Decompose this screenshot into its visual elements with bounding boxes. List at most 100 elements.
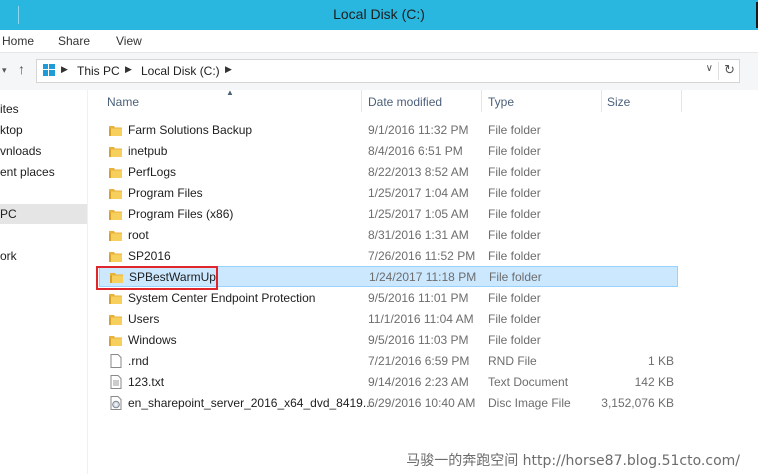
file-type: File folder (489, 270, 542, 284)
file-name: root (128, 228, 149, 242)
folder-icon (109, 165, 123, 179)
file-date-modified: 7/26/2016 11:52 PM (368, 249, 476, 263)
annotation-highlight-box (96, 266, 218, 290)
column-header-date[interactable]: Date modified (362, 90, 482, 112)
file-date-modified: 9/5/2016 11:01 PM (368, 291, 469, 305)
address-row: ▾ ↑ ▶ This PC ▶ Local Disk (C:) ▶ ∨ ↻ (0, 52, 758, 90)
file-name: PerfLogs (128, 165, 177, 179)
file-date-modified: 1/24/2017 11:18 PM (369, 270, 477, 284)
column-header-type[interactable]: Type (482, 90, 602, 112)
file-date-modified: 9/1/2016 11:32 PM (368, 123, 469, 137)
this-pc-icon (43, 64, 55, 76)
file-size: 1 KB (647, 354, 674, 368)
breadcrumb-this-pc[interactable]: This PC (77, 64, 120, 78)
file-date-modified: 9/5/2016 11:03 PM (368, 333, 469, 347)
navigation-pane: ites ktop vnloads ent places PC ork (0, 90, 88, 474)
file-name: Farm Solutions Backup (128, 123, 253, 137)
file-date-modified: 8/31/2016 1:31 AM (368, 228, 469, 242)
column-header-date-label: Date modified (368, 95, 443, 109)
file-row[interactable]: SP2016 7/26/2016 11:52 PM File folder (99, 246, 678, 267)
file-row[interactable]: Program Files (x86) 1/25/2017 1:05 AM File… (99, 204, 678, 225)
title-bar: Local Disk (C:) (0, 0, 758, 30)
tab-share[interactable]: Share (58, 34, 90, 48)
file-row[interactable]: 123.txt 9/14/2016 2:23 AM Text Document 142… (99, 372, 678, 393)
folder-icon (109, 333, 123, 347)
file-date-modified: 1/25/2017 1:04 AM (368, 186, 469, 200)
recent-locations-icon[interactable]: ▾ (2, 65, 7, 76)
file-type: Text Document (488, 375, 569, 389)
folder-icon (109, 123, 123, 137)
address-dropdown-icon[interactable]: ∨ (706, 63, 713, 74)
nav-item-favorites[interactable]: ites (0, 102, 19, 116)
file-row[interactable]: Farm Solutions Backup 9/1/2016 11:32 PM Fi… (99, 120, 678, 141)
folder-icon (109, 207, 123, 221)
window-title: Local Disk (C:) (333, 6, 425, 22)
folder-icon (109, 249, 123, 263)
file-name: .rnd (128, 354, 149, 368)
file-type: File folder (488, 333, 541, 347)
file-type: File folder (488, 165, 541, 179)
folder-icon (109, 144, 123, 158)
folder-icon (109, 312, 123, 326)
file-name: inetpub (128, 144, 168, 158)
up-arrow-icon[interactable]: ↑ (18, 61, 25, 77)
file-date-modified: 9/14/2016 2:23 AM (368, 375, 469, 389)
file-name: 123.txt (128, 375, 165, 389)
file-row[interactable]: Users 11/1/2016 11:04 AM File folder (99, 309, 678, 330)
nav-item-recent-places[interactable]: ent places (0, 165, 55, 179)
file-type: File folder (488, 207, 541, 221)
tab-home[interactable]: Home (2, 34, 34, 48)
nav-item-desktop[interactable]: ktop (0, 123, 23, 137)
file-row[interactable]: en_sharepoint_server_2016_x64_dvd_8419..… (99, 393, 678, 414)
file-date-modified: 11/1/2016 11:04 AM (368, 312, 474, 326)
column-header-name-label: Name (107, 95, 140, 109)
breadcrumb-local-disk[interactable]: Local Disk (C:) (141, 64, 220, 78)
text-file-icon (109, 375, 123, 389)
file-name: Windows (128, 333, 177, 347)
file-name: System Center Endpoint Protection (128, 291, 316, 305)
column-header-type-label: Type (488, 95, 515, 109)
disc-image-icon (109, 396, 123, 410)
folder-icon (109, 228, 123, 242)
nav-item-network[interactable]: ork (0, 249, 17, 263)
address-bar[interactable]: ▶ This PC ▶ Local Disk (C:) ▶ ∨ ↻ (36, 59, 740, 83)
file-type: RND File (488, 354, 537, 368)
file-size: 142 KB (634, 375, 674, 389)
file-date-modified: 1/25/2017 1:05 AM (368, 207, 469, 221)
watermark-text: 马骏一的奔跑空间 http://horse87.blog.51cto.com/ (406, 453, 740, 469)
file-type: File folder (488, 123, 541, 137)
refresh-icon[interactable]: ↻ (724, 62, 735, 78)
file-row[interactable]: PerfLogs 8/22/2013 8:52 AM File folder (99, 162, 678, 183)
file-type: File folder (488, 186, 541, 200)
file-type: File folder (488, 291, 541, 305)
tab-view[interactable]: View (116, 34, 142, 48)
file-name: Users (128, 312, 160, 326)
column-divider[interactable] (681, 90, 682, 112)
file-name: en_sharepoint_server_2016_x64_dvd_8419..… (128, 396, 373, 410)
file-row[interactable]: inetpub 8/4/2016 6:51 PM File folder (99, 141, 678, 162)
file-name: Program Files (128, 186, 203, 200)
file-row[interactable]: .rnd 7/21/2016 6:59 PM RND File 1 KB (99, 351, 678, 372)
breadcrumb-arrow-icon[interactable]: ▶ (125, 64, 132, 75)
address-separator (718, 62, 719, 80)
file-row[interactable]: Program Files 1/25/2017 1:04 AM File folde… (99, 183, 678, 204)
file-date-modified: 6/29/2016 10:40 AM (368, 396, 476, 410)
file-type: File folder (488, 249, 541, 263)
nav-item-this-pc[interactable]: PC (0, 207, 17, 221)
file-type: File folder (488, 312, 541, 326)
file-row[interactable]: Windows 9/5/2016 11:03 PM File folder (99, 330, 678, 351)
column-header-size[interactable]: Size (602, 90, 682, 112)
breadcrumb-arrow-icon[interactable]: ▶ (225, 64, 232, 75)
file-type: File folder (488, 228, 541, 242)
breadcrumb-arrow-icon[interactable]: ▶ (61, 64, 68, 75)
file-type: Disc Image File (488, 396, 571, 410)
file-size: 3,152,076 KB (601, 396, 674, 410)
folder-icon (109, 186, 123, 200)
file-name: Program Files (x86) (128, 207, 234, 221)
file-date-modified: 8/22/2013 8:52 AM (368, 165, 469, 179)
nav-item-downloads[interactable]: vnloads (0, 144, 41, 158)
column-header-name[interactable]: Name (99, 90, 362, 112)
file-name: SP2016 (128, 249, 171, 263)
file-row[interactable]: System Center Endpoint Protection 9/5/201… (99, 288, 678, 309)
file-row[interactable]: root 8/31/2016 1:31 AM File folder (99, 225, 678, 246)
